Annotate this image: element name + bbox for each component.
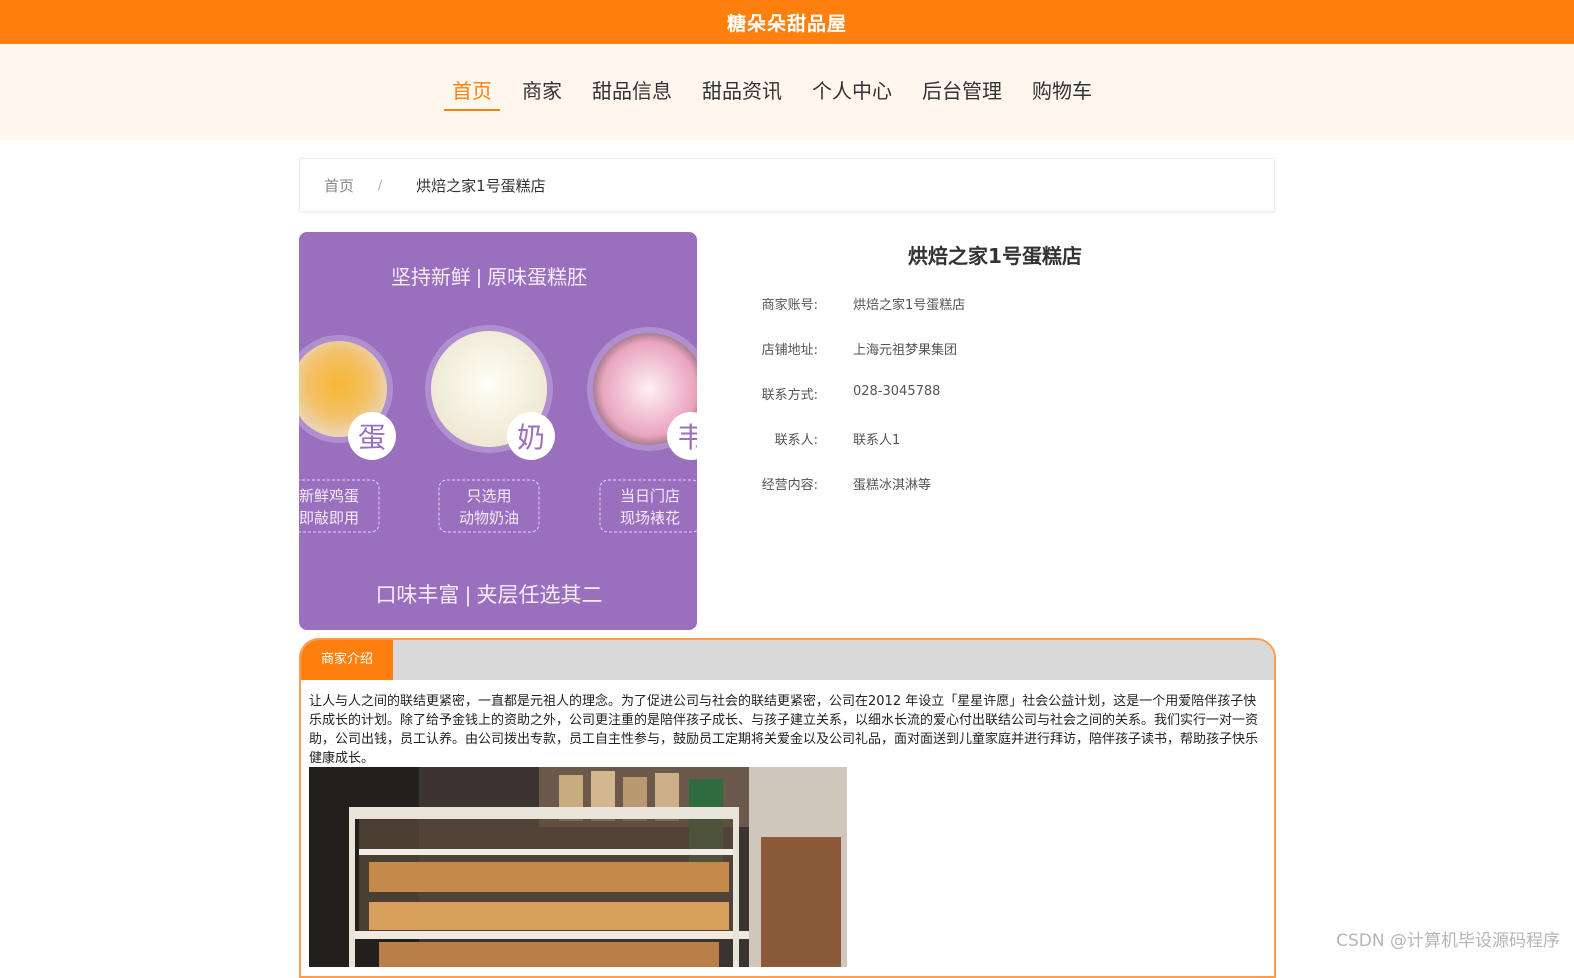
info-label-phone: 联系方式: [761, 388, 818, 403]
info-value-contact: 联系人1 [853, 433, 901, 448]
info-label-contact: 联系人: [774, 433, 818, 448]
promo-graphic: 坚持新鲜 | 原味蛋糕胚 蛋 奶 韦 新鲜鸡蛋 即敲即用 只选用 动物奶油 当日… [299, 232, 697, 630]
info-value-address: 上海元祖梦果集团 [853, 343, 958, 358]
caption-cake-line2: 现场裱花 [620, 510, 680, 527]
info-row-account: 商家账号: 烘焙之家1号蛋糕店 [740, 294, 966, 318]
info-row-business: 经营内容: 蛋糕冰淇淋等 [740, 474, 931, 498]
site-title: 糖朵朵甜品屋 [726, 12, 847, 35]
info-label-business: 经营内容: [761, 478, 818, 493]
info-row-contact: 联系人: 联系人1 [740, 429, 901, 453]
nav-item-home[interactable]: 首页 [444, 74, 500, 114]
caption-cake-line1: 当日门店 [620, 488, 680, 505]
watermark-text: CSDN @计算机毕设源码程序 [1336, 931, 1560, 951]
store-interior-photo [309, 767, 847, 967]
caption-cream-line1: 只选用 [466, 488, 511, 505]
nav-item-dessert-info[interactable]: 甜品信息 [592, 74, 672, 114]
store-interior-graphic [309, 767, 847, 967]
nav-item-merchants[interactable]: 商家 [522, 74, 562, 114]
info-value-phone: 028-3045788 [853, 384, 941, 399]
info-value-account: 烘焙之家1号蛋糕店 [853, 298, 966, 313]
info-label-address: 店铺地址: [761, 343, 818, 358]
intro-description: 让人与人之间的联结更紧密，一直都是元祖人的理念。为了促进公司与社会的联结更紧密，… [309, 694, 1259, 766]
nav-items: 首页 商家 甜品信息 甜品资讯 个人中心 后台管理 购物车 [444, 74, 1122, 114]
badge-egg-text: 蛋 [358, 421, 386, 454]
badge-decor-text: 韦 [677, 421, 697, 454]
tab-merchant-intro[interactable]: 商家介绍 [301, 640, 393, 680]
nav-item-dessert-news[interactable]: 甜品资讯 [702, 74, 782, 114]
promo-bottom-text: 口味丰富 | 夹层任选其二 [375, 584, 602, 607]
nav-item-admin[interactable]: 后台管理 [922, 74, 1002, 114]
caption-cream-line2: 动物奶油 [459, 510, 519, 527]
info-label-account: 商家账号: [761, 298, 818, 313]
caption-egg-line2: 即敲即用 [299, 510, 359, 527]
merchant-intro-panel: 商家介绍 让人与人之间的联结更紧密，一直都是元祖人的理念。为了促进公司与社会的联… [299, 638, 1276, 978]
info-row-phone: 联系方式: 028-3045788 [740, 384, 941, 408]
nav-item-personal-center[interactable]: 个人中心 [812, 74, 892, 114]
breadcrumb-current: 烘焙之家1号蛋糕店 [416, 176, 546, 195]
store-name-heading: 烘焙之家1号蛋糕店 [908, 244, 1082, 268]
nav-item-cart[interactable]: 购物车 [1032, 74, 1092, 114]
promo-top-text: 坚持新鲜 | 原味蛋糕胚 [391, 266, 587, 289]
main-nav: 首页 商家 甜品信息 甜品资讯 个人中心 后台管理 购物车 [0, 44, 1574, 140]
caption-egg-line1: 新鲜鸡蛋 [299, 488, 359, 505]
info-row-address: 店铺地址: 上海元祖梦果集团 [740, 339, 957, 363]
store-promo-image: 坚持新鲜 | 原味蛋糕胚 蛋 奶 韦 新鲜鸡蛋 即敲即用 只选用 动物奶油 当日… [299, 232, 697, 630]
breadcrumb-home-link[interactable]: 首页 [324, 175, 354, 196]
breadcrumb-separator: / [378, 178, 383, 192]
badge-milk-text: 奶 [517, 421, 545, 454]
top-header: 糖朵朵甜品屋 [0, 0, 1574, 44]
breadcrumb: 首页 / 烘焙之家1号蛋糕店 [299, 158, 1275, 212]
info-value-business: 蛋糕冰淇淋等 [853, 478, 932, 493]
intro-tab-bar: 商家介绍 [301, 640, 1274, 680]
